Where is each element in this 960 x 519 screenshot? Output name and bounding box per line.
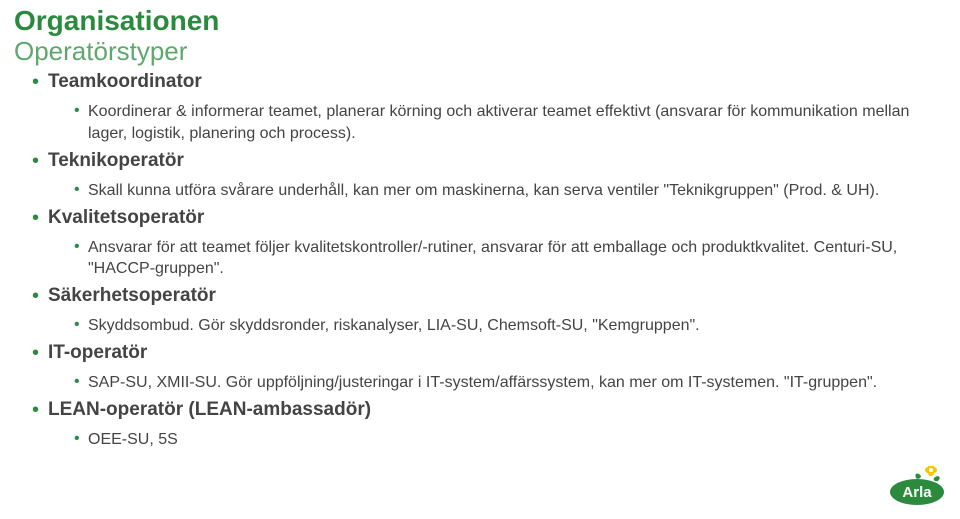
role-name: Teamkoordinator — [48, 71, 202, 92]
role-item: Teamkoordinator Koordinerar & informerar… — [32, 71, 946, 143]
brand-logo: Arla — [888, 466, 946, 511]
role-desc: Skall kunna utföra svårare underhåll, ka… — [74, 180, 946, 201]
role-item: IT-operatör SAP-SU, XMII-SU. Gör uppfölj… — [32, 342, 946, 393]
role-item: Kvalitetsoperatör Ansvarar för att teame… — [32, 207, 946, 279]
role-desc: OEE-SU, 5S — [74, 429, 946, 450]
role-desc: SAP-SU, XMII-SU. Gör uppföljning/justeri… — [74, 372, 946, 393]
role-desc: Koordinerar & informerar teamet, planera… — [74, 101, 946, 143]
role-name: Säkerhetsoperatör — [48, 285, 216, 306]
brand-name-text: Arla — [902, 484, 932, 501]
role-desc: Skyddsombud. Gör skyddsronder, riskanaly… — [74, 315, 946, 336]
arla-logo-icon: Arla — [888, 466, 946, 506]
role-item: Säkerhetsoperatör Skyddsombud. Gör skydd… — [32, 285, 946, 336]
role-desc-list: OEE-SU, 5S — [48, 429, 946, 450]
role-name: IT-operatör — [48, 342, 147, 363]
role-name: Teknikoperatör — [48, 150, 184, 171]
role-desc-list: Koordinerar & informerar teamet, planera… — [48, 101, 946, 143]
role-name: Kvalitetsoperatör — [48, 207, 204, 228]
role-name: LEAN-operatör (LEAN-ambassadör) — [48, 399, 371, 420]
role-desc-list: Ansvarar för att teamet följer kvalitets… — [48, 237, 946, 279]
page-title: Organisationen — [14, 6, 946, 37]
role-desc: Ansvarar för att teamet följer kvalitets… — [74, 237, 946, 279]
page-subtitle: Operatörstyper — [14, 37, 946, 66]
slide: Organisationen Operatörstyper Teamkoordi… — [0, 0, 960, 464]
role-desc-list: Skyddsombud. Gör skyddsronder, riskanaly… — [48, 315, 946, 336]
role-desc-list: Skall kunna utföra svårare underhåll, ka… — [48, 180, 946, 201]
role-desc-list: SAP-SU, XMII-SU. Gör uppföljning/justeri… — [48, 372, 946, 393]
roles-list: Teamkoordinator Koordinerar & informerar… — [14, 71, 946, 450]
role-item: Teknikoperatör Skall kunna utföra svårar… — [32, 150, 946, 201]
role-item: LEAN-operatör (LEAN-ambassadör) OEE-SU, … — [32, 399, 946, 450]
